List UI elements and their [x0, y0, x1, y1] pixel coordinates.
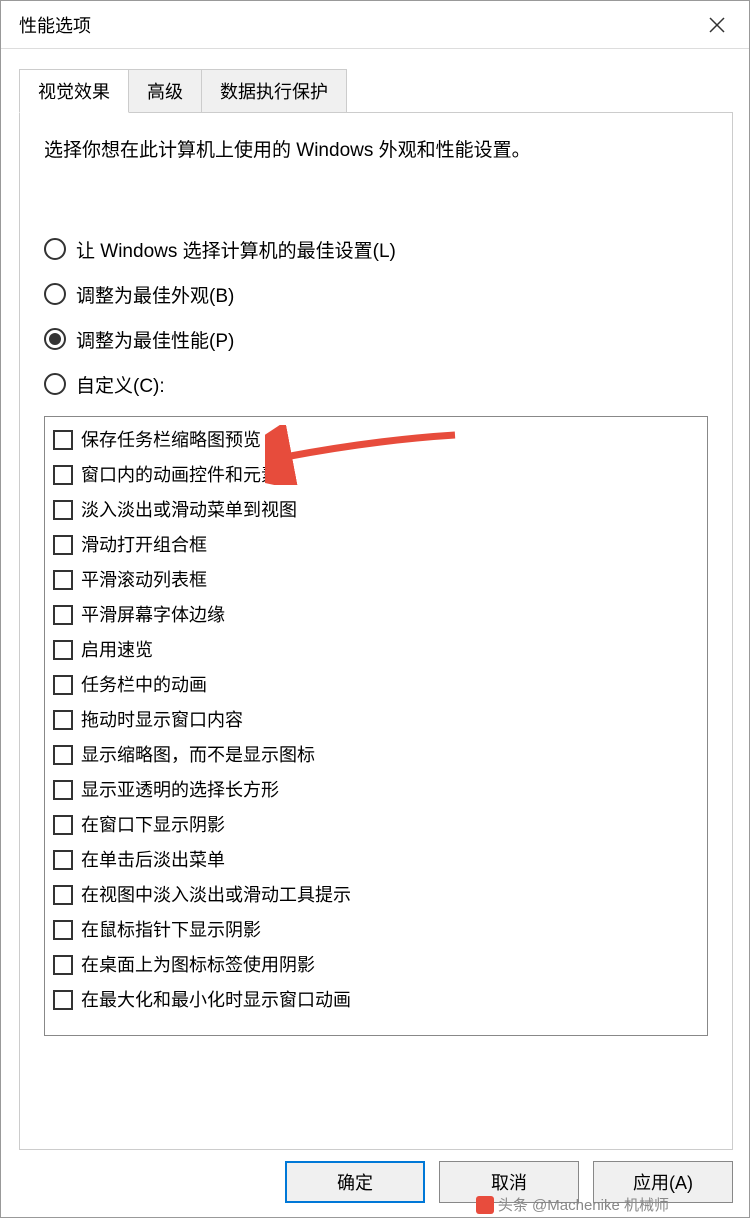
check-label: 启用速览 [81, 637, 153, 664]
radio-label: 自定义(C): [76, 371, 165, 398]
radio-label: 调整为最佳外观(B) [76, 281, 234, 308]
check-label: 淡入淡出或滑动菜单到视图 [81, 497, 297, 524]
performance-radio-group: 让 Windows 选择计算机的最佳设置(L) 调整为最佳外观(B) 调整为最佳… [44, 236, 708, 398]
check-enable-peek[interactable]: 启用速览 [49, 633, 703, 668]
watermark: 头条 @Machenike 机械师 [476, 1194, 669, 1215]
checkbox-icon [53, 745, 73, 765]
performance-options-dialog: 性能选项 视觉效果 高级 数据执行保护 选择你想在此计算机上使用的 Window… [0, 0, 750, 1218]
checkbox-icon [53, 780, 73, 800]
checkbox-icon [53, 885, 73, 905]
window-title: 性能选项 [19, 12, 91, 38]
check-desktop-icon-label-shadow[interactable]: 在桌面上为图标标签使用阴影 [49, 948, 703, 983]
check-label: 拖动时显示窗口内容 [81, 707, 243, 734]
checkbox-icon [53, 535, 73, 555]
radio-custom[interactable]: 自定义(C): [44, 371, 708, 398]
radio-label: 让 Windows 选择计算机的最佳设置(L) [76, 236, 396, 263]
check-label: 保存任务栏缩略图预览 [81, 427, 261, 454]
instruction-text: 选择你想在此计算机上使用的 Windows 外观和性能设置。 [44, 137, 708, 166]
check-label: 滑动打开组合框 [81, 532, 207, 559]
check-fade-slide-tooltips[interactable]: 在视图中淡入淡出或滑动工具提示 [49, 878, 703, 913]
ok-button[interactable]: 确定 [285, 1161, 425, 1203]
radio-icon [44, 373, 66, 395]
check-label: 在单击后淡出菜单 [81, 847, 225, 874]
checkbox-icon [53, 605, 73, 625]
check-pointer-shadow[interactable]: 在鼠标指针下显示阴影 [49, 913, 703, 948]
checkbox-icon [53, 815, 73, 835]
check-animate-controls[interactable]: 窗口内的动画控件和元素 [49, 458, 703, 493]
check-smooth-scroll-list[interactable]: 平滑滚动列表框 [49, 563, 703, 598]
watermark-icon [476, 1196, 494, 1214]
checkbox-icon [53, 920, 73, 940]
check-slide-open-combo[interactable]: 滑动打开组合框 [49, 528, 703, 563]
checkbox-icon [53, 710, 73, 730]
close-button[interactable] [697, 7, 737, 43]
check-show-window-contents-drag[interactable]: 拖动时显示窗口内容 [49, 703, 703, 738]
tab-panel-visual-effects: 选择你想在此计算机上使用的 Windows 外观和性能设置。 让 Windows… [19, 112, 733, 1150]
checkbox-icon [53, 570, 73, 590]
tab-advanced[interactable]: 高级 [128, 69, 202, 113]
checkbox-icon [53, 430, 73, 450]
check-label: 显示缩略图，而不是显示图标 [81, 742, 315, 769]
tab-visual-effects[interactable]: 视觉效果 [19, 69, 129, 113]
checkbox-icon [53, 955, 73, 975]
visual-effects-checklist[interactable]: 保存任务栏缩略图预览 窗口内的动画控件和元素 淡入淡出或滑动菜单到视图 滑动打开… [44, 416, 708, 1036]
radio-best-appearance[interactable]: 调整为最佳外观(B) [44, 281, 708, 308]
checkbox-icon [53, 675, 73, 695]
check-label: 在窗口下显示阴影 [81, 812, 225, 839]
check-translucent-selection[interactable]: 显示亚透明的选择长方形 [49, 773, 703, 808]
radio-best-performance[interactable]: 调整为最佳性能(P) [44, 326, 708, 353]
check-save-taskbar-thumbnails[interactable]: 保存任务栏缩略图预览 [49, 423, 703, 458]
tab-strip: 视觉效果 高级 数据执行保护 [19, 69, 749, 113]
check-label: 在桌面上为图标标签使用阴影 [81, 952, 315, 979]
check-taskbar-animations[interactable]: 任务栏中的动画 [49, 668, 703, 703]
check-show-thumbnails-not-icons[interactable]: 显示缩略图，而不是显示图标 [49, 738, 703, 773]
check-label: 在鼠标指针下显示阴影 [81, 917, 261, 944]
check-label: 在最大化和最小化时显示窗口动画 [81, 987, 351, 1014]
titlebar: 性能选项 [1, 1, 749, 49]
radio-icon [44, 328, 66, 350]
checkbox-icon [53, 990, 73, 1010]
checkbox-icon [53, 500, 73, 520]
checkbox-icon [53, 640, 73, 660]
radio-icon [44, 283, 66, 305]
checkbox-icon [53, 850, 73, 870]
check-fade-menu-after-click[interactable]: 在单击后淡出菜单 [49, 843, 703, 878]
check-fade-slide-menus[interactable]: 淡入淡出或滑动菜单到视图 [49, 493, 703, 528]
check-label: 平滑屏幕字体边缘 [81, 602, 225, 629]
check-label: 窗口内的动画控件和元素 [81, 462, 279, 489]
radio-icon [44, 238, 66, 260]
checkbox-icon [53, 465, 73, 485]
check-label: 显示亚透明的选择长方形 [81, 777, 279, 804]
radio-let-windows-choose[interactable]: 让 Windows 选择计算机的最佳设置(L) [44, 236, 708, 263]
radio-label: 调整为最佳性能(P) [76, 326, 234, 353]
tab-dep[interactable]: 数据执行保护 [201, 69, 347, 113]
check-label: 在视图中淡入淡出或滑动工具提示 [81, 882, 351, 909]
close-icon [708, 16, 726, 34]
check-window-shadows[interactable]: 在窗口下显示阴影 [49, 808, 703, 843]
check-label: 平滑滚动列表框 [81, 567, 207, 594]
check-label: 任务栏中的动画 [81, 672, 207, 699]
check-smooth-font-edges[interactable]: 平滑屏幕字体边缘 [49, 598, 703, 633]
check-animate-min-max[interactable]: 在最大化和最小化时显示窗口动画 [49, 983, 703, 1018]
watermark-text: 头条 @Machenike 机械师 [498, 1194, 669, 1215]
